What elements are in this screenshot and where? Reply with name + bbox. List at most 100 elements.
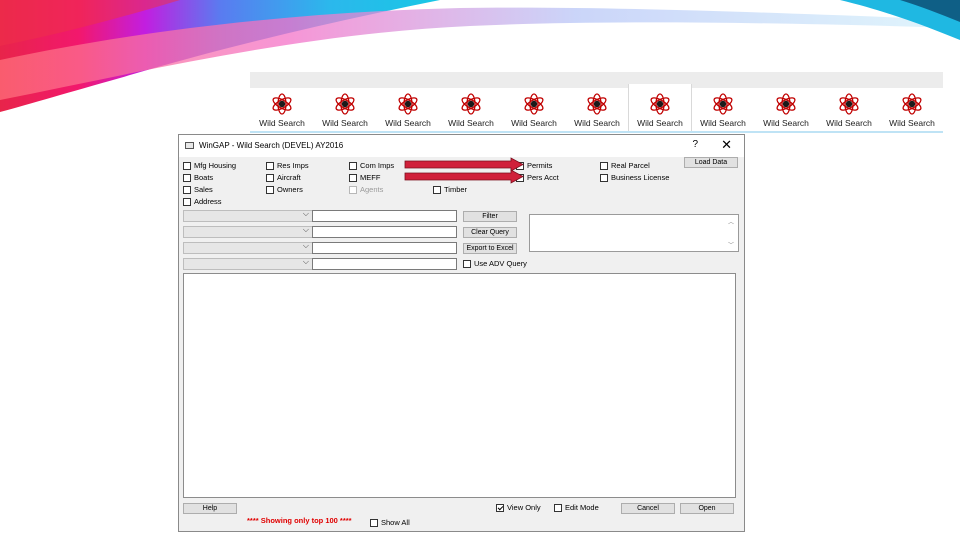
business-license-checkbox[interactable]: Business License xyxy=(600,173,669,182)
wild-search-tab-11[interactable]: Wild Search xyxy=(881,88,943,132)
results-grid[interactable] xyxy=(183,273,736,498)
checkbox-label: Com Imps xyxy=(360,161,395,170)
owners-checkbox[interactable]: Owners xyxy=(266,185,303,194)
tab-label: Wild Search xyxy=(574,118,620,128)
checkbox-label: Pers Acct xyxy=(527,173,559,182)
checkbox-label: MEFF xyxy=(360,173,381,182)
checkbox-label: Mfg Housing xyxy=(194,161,237,170)
checkbox-label: Show All xyxy=(381,518,410,527)
arrow-to-pers-acct-icon xyxy=(404,169,524,184)
query-field-select-4[interactable]: ⌵ xyxy=(183,257,313,270)
ribbon-strip-background xyxy=(250,72,943,88)
scrollbar[interactable]: ︿ ﹀ xyxy=(726,215,738,251)
checkbox-label: Sales xyxy=(194,185,213,194)
atom-icon xyxy=(650,93,670,115)
checkbox-label: Edit Mode xyxy=(565,503,599,512)
wild-search-tab-2[interactable]: Wild Search xyxy=(314,88,376,132)
atom-icon xyxy=(398,93,418,115)
checkbox-box[interactable] xyxy=(600,161,608,170)
open-button[interactable]: Open xyxy=(680,503,734,514)
address-checkbox[interactable]: Address xyxy=(183,197,222,206)
filter-button[interactable]: Filter xyxy=(463,211,517,222)
mfg-housing-checkbox[interactable]: Mfg Housing xyxy=(183,161,236,170)
checkbox-label: Res Imps xyxy=(277,161,309,170)
checkbox-box[interactable] xyxy=(266,173,274,182)
checkbox-box[interactable] xyxy=(349,161,357,170)
timber-checkbox[interactable]: Timber xyxy=(433,185,467,194)
annotation-arrows xyxy=(404,157,524,184)
checkbox-box[interactable] xyxy=(554,503,562,512)
checkbox-box[interactable] xyxy=(463,259,471,268)
checkbox-label: Business License xyxy=(611,173,670,182)
wild-search-tab-1[interactable]: Wild Search xyxy=(251,88,313,132)
boats-checkbox[interactable]: Boats xyxy=(183,173,213,182)
query-value-input-1[interactable] xyxy=(312,210,457,222)
sales-checkbox[interactable]: Sales xyxy=(183,185,213,194)
query-field-select-3[interactable]: ⌵ xyxy=(183,241,313,254)
checkbox-box[interactable] xyxy=(183,197,191,206)
chevron-down-icon: ⌵ xyxy=(302,257,309,266)
checkbox-box[interactable] xyxy=(266,185,274,194)
wild-search-tab-9[interactable]: Wild Search xyxy=(755,88,817,132)
scroll-up-icon[interactable]: ︿ xyxy=(728,217,734,226)
wild-search-tab-7-active[interactable]: Wild Search xyxy=(628,84,692,132)
title-bar: WinGAP - Wild Search (DEVEL) AY2016 ? ✕ xyxy=(179,135,744,157)
res-imps-checkbox[interactable]: Res Imps xyxy=(266,161,309,170)
query-value-input-4[interactable] xyxy=(312,258,457,270)
tab-label: Wild Search xyxy=(322,118,368,128)
atom-icon xyxy=(524,93,544,115)
wild-search-tab-4[interactable]: Wild Search xyxy=(440,88,502,132)
real-parcel-checkbox[interactable]: Real Parcel xyxy=(600,161,650,170)
export-to-excel-button[interactable]: Export to Excel xyxy=(463,243,517,254)
tab-strip-underline xyxy=(250,131,943,133)
wild-search-tab-8[interactable]: Wild Search xyxy=(692,88,754,132)
checkbox-box[interactable] xyxy=(183,185,191,194)
query-value-input-2[interactable] xyxy=(312,226,457,238)
query-field-select-2[interactable]: ⌵ xyxy=(183,225,313,238)
agents-checkbox: Agents xyxy=(349,185,383,194)
help-icon[interactable]: ? xyxy=(692,139,698,150)
clear-query-button[interactable]: Clear Query xyxy=(463,227,517,238)
scroll-down-icon[interactable]: ﹀ xyxy=(728,240,734,249)
adv-query-textarea[interactable]: ︿ ﹀ xyxy=(529,214,739,252)
checkbox-label: Boats xyxy=(194,173,214,182)
use-adv-query-checkbox[interactable]: Use ADV Query xyxy=(463,259,527,268)
edit-mode-checkbox[interactable]: Edit Mode xyxy=(554,503,599,512)
checkbox-label: Owners xyxy=(277,185,303,194)
load-data-button[interactable]: Load Data xyxy=(684,157,738,168)
checkbox-box[interactable] xyxy=(496,503,504,512)
view-only-checkbox[interactable]: View Only xyxy=(496,503,541,512)
query-field-select-1[interactable]: ⌵ xyxy=(183,209,313,222)
wild-search-tab-10[interactable]: Wild Search xyxy=(818,88,880,132)
show-all-checkbox[interactable]: Show All xyxy=(370,518,410,527)
wild-search-tab-5[interactable]: Wild Search xyxy=(503,88,565,132)
checkbox-label: View Only xyxy=(507,503,541,512)
atom-icon xyxy=(335,93,355,115)
meff-checkbox[interactable]: MEFF xyxy=(349,173,380,182)
checkbox-box[interactable] xyxy=(349,173,357,182)
wild-search-window: WinGAP - Wild Search (DEVEL) AY2016 ? ✕ … xyxy=(178,134,745,532)
cancel-button[interactable]: Cancel xyxy=(621,503,675,514)
checkbox-box[interactable] xyxy=(183,173,191,182)
close-icon[interactable]: ✕ xyxy=(721,137,732,153)
aircraft-checkbox[interactable]: Aircraft xyxy=(266,173,301,182)
checkbox-label: Permits xyxy=(527,161,553,170)
checkbox-box[interactable] xyxy=(433,185,441,194)
chevron-down-icon: ⌵ xyxy=(302,225,309,234)
com-imps-checkbox[interactable]: Com Imps xyxy=(349,161,394,170)
checkbox-box[interactable] xyxy=(370,518,378,527)
checkbox-label: Timber xyxy=(444,185,468,194)
tab-label: Wild Search xyxy=(826,118,872,128)
wild-search-tab-3[interactable]: Wild Search xyxy=(377,88,439,132)
checkbox-box[interactable] xyxy=(600,173,608,182)
checkbox-label: Use ADV Query xyxy=(474,259,527,268)
chevron-down-icon: ⌵ xyxy=(302,241,309,250)
query-value-input-3[interactable] xyxy=(312,242,457,254)
wild-search-tab-6[interactable]: Wild Search xyxy=(566,88,628,132)
checkbox-box[interactable] xyxy=(266,161,274,170)
tab-label: Wild Search xyxy=(448,118,494,128)
checkbox-label: Address xyxy=(194,197,222,206)
checkbox-box[interactable] xyxy=(183,161,191,170)
help-button[interactable]: Help xyxy=(183,503,237,514)
atom-icon xyxy=(902,93,922,115)
